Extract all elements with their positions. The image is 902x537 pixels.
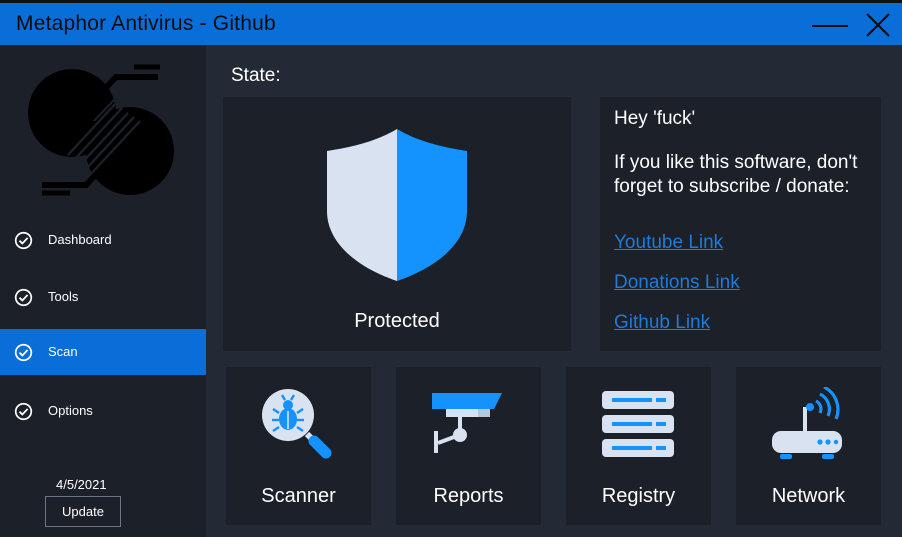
wifi-router-icon: [772, 387, 842, 459]
network-tile[interactable]: Network: [736, 367, 881, 525]
bug-search-icon: [262, 389, 332, 459]
server-stack-icon: [602, 391, 674, 457]
registry-tile[interactable]: Registry: [566, 367, 711, 525]
minimize-button[interactable]: [810, 7, 850, 43]
scanner-tile[interactable]: Scanner: [226, 367, 371, 525]
sidebar-item-label: Dashboard: [48, 232, 112, 247]
github-link[interactable]: Github Link: [614, 312, 710, 334]
tile-label: Reports: [433, 485, 504, 507]
state-label: State:: [231, 65, 281, 86]
minimize-icon: [812, 25, 848, 27]
window-title: Metaphor Antivirus - Github: [16, 12, 276, 35]
check-circle-icon: [14, 343, 33, 362]
donations-link[interactable]: Donations Link: [614, 272, 740, 294]
info-panel: Hey 'fuck' If you like this software, do…: [600, 97, 881, 351]
greeting-text: Hey 'fuck': [614, 108, 696, 129]
app-logo-icon: [28, 64, 174, 196]
sidebar-item-label: Scan: [48, 344, 78, 359]
protection-status: Protected: [354, 310, 440, 332]
tile-label: Registry: [601, 485, 676, 507]
date-label: 4/5/2021: [56, 477, 107, 492]
tile-label: Scanner: [261, 485, 336, 507]
reports-tile[interactable]: Reports: [396, 367, 541, 525]
status-panel: Protected: [223, 97, 571, 351]
sidebar-item-label: Options: [48, 403, 93, 418]
sidebar-item-scan[interactable]: Scan: [0, 329, 206, 375]
update-button[interactable]: Update: [45, 496, 121, 527]
youtube-link[interactable]: Youtube Link: [614, 232, 723, 254]
close-button[interactable]: [858, 7, 898, 43]
check-circle-icon: [14, 402, 33, 421]
sidebar: Dashboard Tools Scan Options 4/5/2021 Up…: [0, 45, 206, 537]
tile-label: Network: [771, 485, 846, 507]
support-message: If you like this software, don't forget …: [614, 152, 858, 197]
security-camera-icon: [432, 393, 502, 453]
title-bar: Metaphor Antivirus - Github: [0, 0, 902, 45]
sidebar-item-label: Tools: [48, 289, 79, 304]
close-icon: [866, 13, 890, 37]
check-circle-icon: [14, 231, 33, 250]
sidebar-item-dashboard[interactable]: Dashboard: [0, 217, 206, 263]
shield-icon: [327, 129, 467, 281]
sidebar-item-tools[interactable]: Tools: [0, 274, 206, 320]
check-circle-icon: [14, 288, 33, 307]
sidebar-item-options[interactable]: Options: [0, 388, 206, 434]
